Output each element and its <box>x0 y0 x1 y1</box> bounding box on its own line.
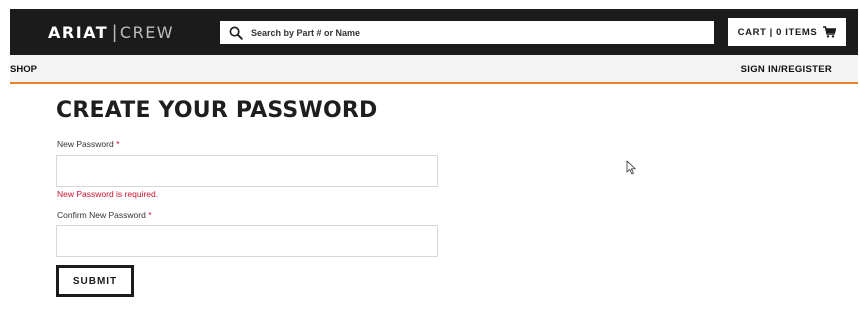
new-password-error: New Password is required. <box>57 189 159 199</box>
mouse-pointer-icon <box>626 160 636 175</box>
submit-button[interactable]: SUBMIT <box>56 265 134 297</box>
brand-logo[interactable]: ARIAT | CREW <box>48 22 174 42</box>
new-password-label-text: New Password <box>57 139 114 149</box>
brand-main: ARIAT <box>48 22 109 42</box>
nav-sign-in-link[interactable]: SIGN IN/REGISTER <box>741 64 832 75</box>
new-password-label: New Password * <box>57 139 119 149</box>
confirm-password-label-text: Confirm New Password <box>57 210 146 220</box>
search-input[interactable] <box>251 27 714 38</box>
brand-separator: | <box>112 21 117 42</box>
new-password-field[interactable] <box>56 155 438 187</box>
brand-sub: CREW <box>119 22 175 42</box>
confirm-password-field[interactable] <box>56 225 438 257</box>
main-nav: SHOP SIGN IN/REGISTER <box>10 55 858 84</box>
required-mark: * <box>116 139 120 149</box>
search-bar <box>220 21 714 44</box>
confirm-password-label: Confirm New Password * <box>57 210 152 220</box>
cart-icon <box>823 26 837 38</box>
top-header: ARIAT | CREW CART | 0 ITEMS <box>10 9 858 55</box>
cart-label: CART | 0 ITEMS <box>737 26 818 38</box>
nav-shop-link[interactable]: SHOP <box>10 64 37 75</box>
search-icon[interactable] <box>229 26 243 40</box>
page-title: CREATE YOUR PASSWORD <box>56 98 378 123</box>
cart-button[interactable]: CART | 0 ITEMS <box>728 18 846 46</box>
required-mark: * <box>148 210 152 220</box>
